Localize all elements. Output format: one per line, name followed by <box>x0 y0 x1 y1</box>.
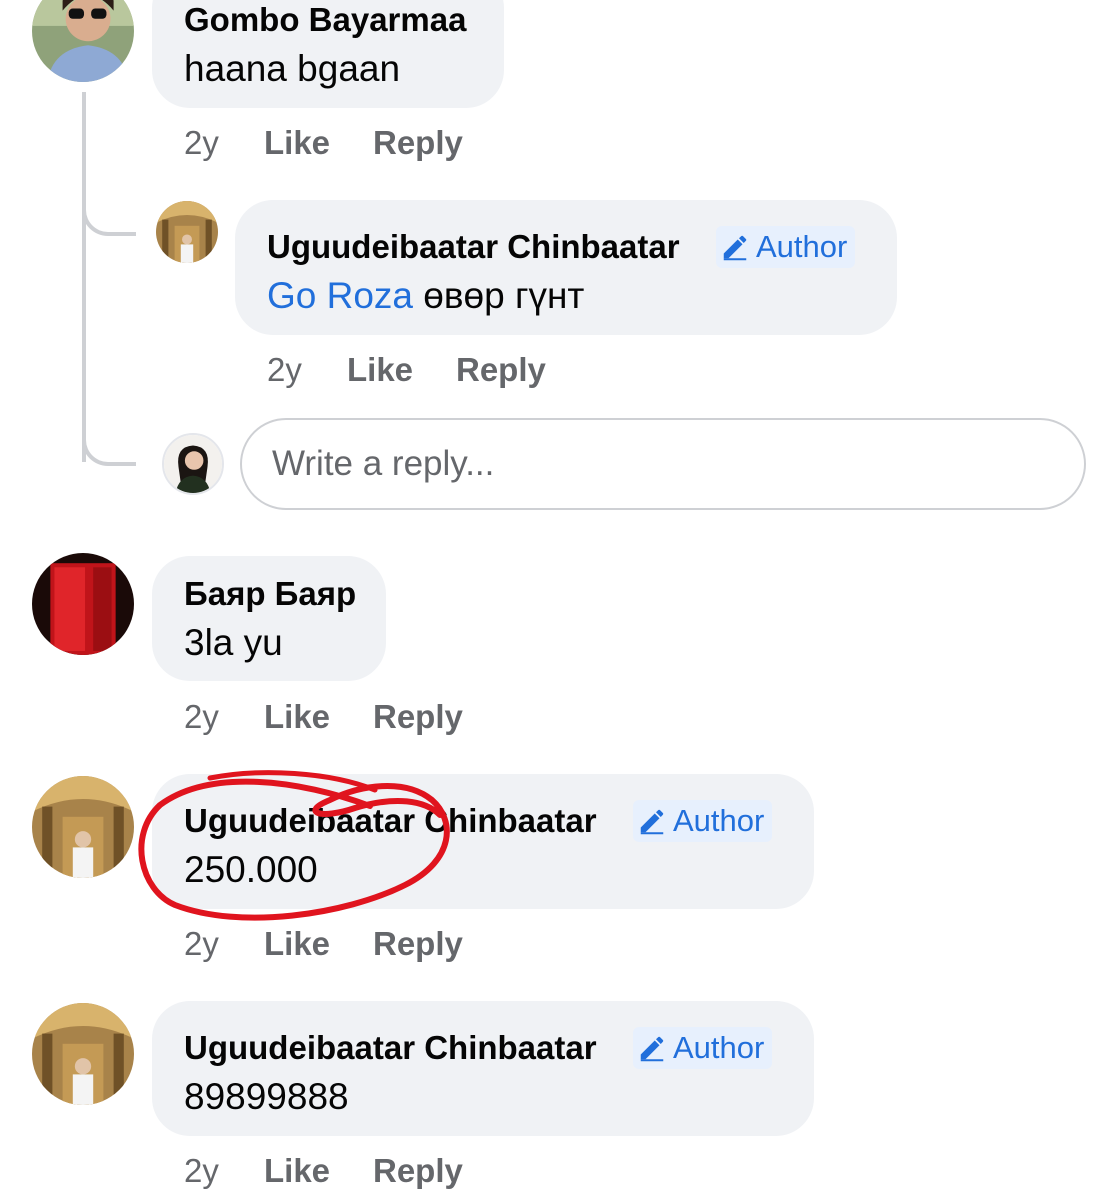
comment-text: 3la yu <box>184 622 283 663</box>
reply-button[interactable]: Reply <box>373 124 463 162</box>
pencil-icon <box>640 809 664 835</box>
comment-text: 89899888 <box>184 1076 349 1117</box>
like-button[interactable]: Like <box>264 925 330 963</box>
comment-author-name[interactable]: Uguudeibaatar Chinbaatar <box>184 1029 597 1067</box>
comment-author-name[interactable]: Gombo Bayarmaa <box>184 1 466 39</box>
comment-text: 250.000 <box>184 849 318 890</box>
comment-text: Go Roza өвөр гүнт <box>267 275 584 317</box>
reply-button[interactable]: Reply <box>456 351 546 389</box>
comment-age: 2y <box>267 351 302 388</box>
author-badge: Author <box>633 1027 773 1069</box>
avatar[interactable] <box>156 201 218 263</box>
avatar[interactable] <box>32 1003 134 1105</box>
comment-age: 2y <box>184 124 219 161</box>
avatar[interactable] <box>32 553 134 655</box>
mention-link[interactable]: Go Roza <box>267 275 413 316</box>
thread-connector-branch <box>82 410 136 466</box>
reply-input[interactable] <box>240 418 1086 510</box>
like-button[interactable]: Like <box>264 1152 330 1190</box>
like-button[interactable]: Like <box>264 698 330 736</box>
comment-age: 2y <box>184 1152 219 1189</box>
thread-connector-branch <box>82 180 136 236</box>
pencil-icon <box>723 235 747 261</box>
comment-age: 2y <box>184 698 219 735</box>
author-badge: Author <box>633 800 773 842</box>
current-user-avatar <box>162 433 224 495</box>
comment-author-name[interactable]: Uguudeibaatar Chinbaatar <box>267 228 680 266</box>
author-badge-label: Author <box>673 1030 765 1065</box>
comments-thread: Gombo Bayarmaa haana bgaan 2y Like Reply… <box>0 0 1118 1200</box>
avatar[interactable] <box>32 776 134 878</box>
comment-text-rest: өвөр гүнт <box>413 275 585 316</box>
author-badge-label: Author <box>756 229 848 264</box>
reply-button[interactable]: Reply <box>373 698 463 736</box>
reply-button[interactable]: Reply <box>373 925 463 963</box>
thread-connector-line <box>82 92 86 462</box>
avatar[interactable] <box>32 0 134 82</box>
reply-button[interactable]: Reply <box>373 1152 463 1190</box>
comment-author-name[interactable]: Баяр Баяр <box>184 575 356 613</box>
comment-text: haana bgaan <box>184 48 401 89</box>
pencil-icon <box>640 1036 664 1062</box>
author-badge: Author <box>716 226 856 268</box>
comment-author-name[interactable]: Uguudeibaatar Chinbaatar <box>184 802 597 840</box>
author-badge-label: Author <box>673 803 765 838</box>
comment-age: 2y <box>184 925 219 962</box>
like-button[interactable]: Like <box>347 351 413 389</box>
like-button[interactable]: Like <box>264 124 330 162</box>
